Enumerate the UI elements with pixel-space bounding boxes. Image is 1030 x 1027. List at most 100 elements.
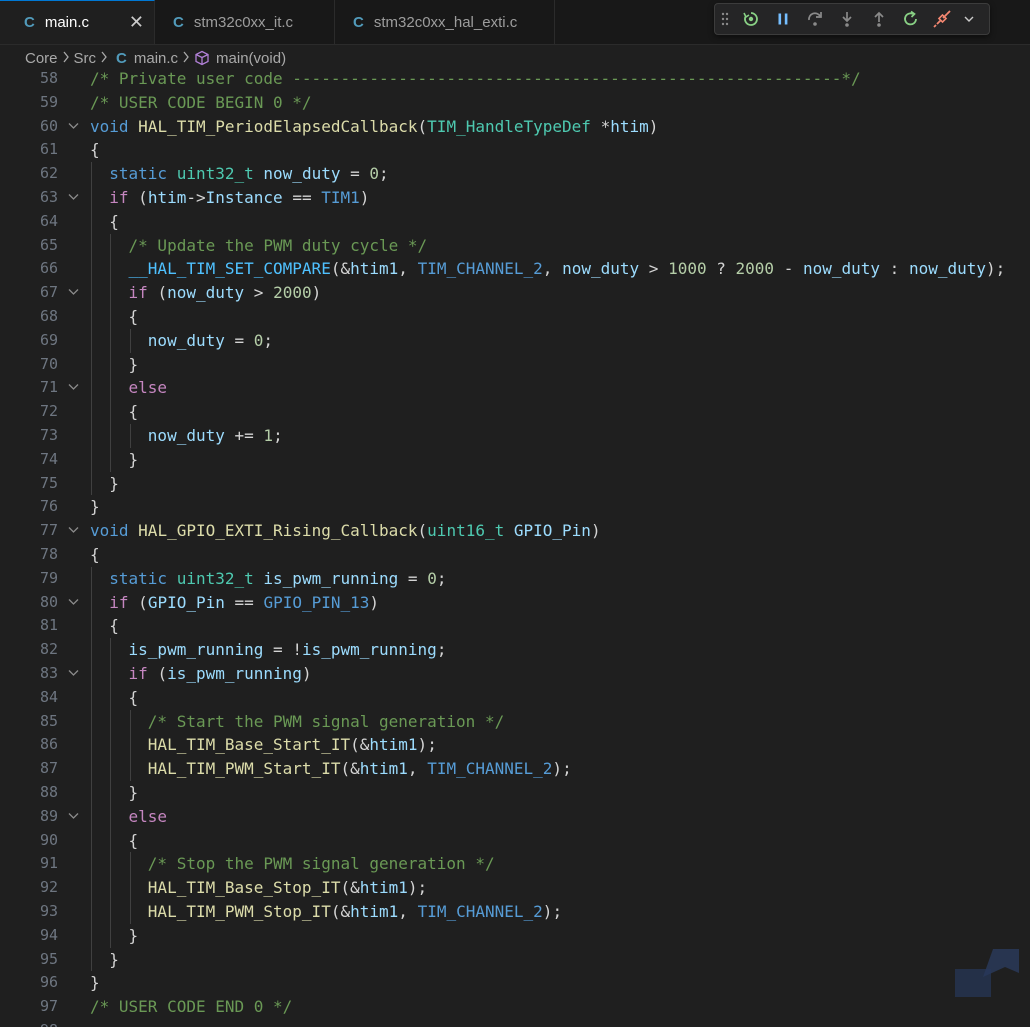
tab-stm32c0xx-it-c[interactable]: C stm32c0xx_it.c — [155, 0, 335, 44]
indent-guide — [91, 876, 92, 900]
step-out-icon[interactable] — [863, 4, 895, 34]
code-line[interactable]: 60 void HAL_TIM_PeriodElapsedCallback(TIM… — [0, 115, 1016, 139]
line-number: 69 — [39, 330, 58, 349]
code-line[interactable]: 89 else — [0, 805, 1016, 829]
code-line[interactable]: 83 if (is_pwm_running) — [0, 662, 1016, 686]
code-text: now_duty = 0; — [147, 330, 274, 350]
code-line[interactable]: 80 if (GPIO_Pin == GPIO_PIN_13) — [0, 591, 1016, 615]
fold-chevron-icon[interactable] — [68, 591, 79, 615]
restart-icon[interactable] — [895, 4, 927, 34]
indent-guide — [91, 662, 92, 686]
indent-guide — [129, 328, 131, 353]
code-editor[interactable]: 58 /* Private user code -----------------… — [0, 67, 1030, 1027]
code-text: /* Stop the PWM signal generation */ — [147, 854, 495, 874]
code-text: HAL_TIM_PWM_Start_IT(&htim1, TIM_CHANNEL… — [147, 759, 572, 779]
fold-chevron-icon[interactable] — [68, 281, 79, 305]
restart-frame-icon[interactable] — [735, 4, 767, 34]
line-number: 74 — [39, 449, 58, 468]
line-number: 62 — [39, 164, 58, 183]
code-line[interactable]: 88 } — [0, 781, 1016, 805]
indent-guide — [129, 852, 131, 877]
code-text: static uint32_t now_duty = 0; — [109, 164, 389, 184]
code-line[interactable]: 73 now_duty += 1; — [0, 424, 1016, 448]
pause-icon[interactable] — [767, 4, 799, 34]
fold-chevron-icon[interactable] — [68, 376, 79, 400]
code-text: /* Update the PWM duty cycle */ — [128, 235, 428, 255]
indent-guide — [91, 257, 92, 282]
code-line[interactable]: 79 static uint32_t is_pwm_running = 0; — [0, 567, 1016, 591]
line-number: 73 — [39, 426, 58, 444]
code-line[interactable]: 65 /* Update the PWM duty cycle */ — [0, 234, 1016, 258]
code-line[interactable]: 87 HAL_TIM_PWM_Start_IT(&htim1, TIM_CHAN… — [0, 757, 1016, 781]
code-line[interactable]: 92 HAL_TIM_Base_Stop_IT(&htim1); — [0, 876, 1016, 900]
breadcrumb-item-file[interactable]: main.c — [134, 50, 178, 67]
code-line[interactable]: 82 is_pwm_running = !is_pwm_running; — [0, 638, 1016, 662]
indent-guide — [110, 424, 112, 448]
line-number: 88 — [39, 783, 58, 801]
code-line[interactable]: 85 /* Start the PWM signal generation */ — [0, 710, 1016, 734]
code-line[interactable]: 58 /* Private user code -----------------… — [0, 67, 1016, 91]
step-into-icon[interactable] — [831, 4, 863, 34]
indent-guide — [91, 471, 92, 496]
code-line[interactable]: 96} — [0, 971, 1016, 995]
tab-label: main.c — [44, 14, 90, 31]
c-file-icon: C — [353, 13, 364, 31]
breadcrumb-item-src[interactable]: Src — [74, 50, 97, 67]
disconnect-icon[interactable] — [927, 4, 959, 34]
code-line[interactable]: 69 now_duty = 0; — [0, 329, 1016, 353]
drag-handle-icon[interactable] — [715, 12, 735, 26]
code-line[interactable]: 64 { — [0, 210, 1016, 234]
code-line[interactable]: 63 if (htim->Instance == TIM1) — [0, 186, 1016, 210]
indent-guide — [110, 281, 112, 305]
code-line[interactable]: 81 { — [0, 614, 1016, 638]
breadcrumb-item-symbol[interactable]: main(void) — [216, 50, 286, 67]
code-line[interactable]: 98 — [0, 1019, 1016, 1027]
indent-guide — [110, 447, 112, 472]
code-line[interactable]: 71 else — [0, 376, 1016, 400]
code-line[interactable]: 84 { — [0, 686, 1016, 710]
code-line[interactable]: 97 /* USER CODE END 0 */ — [0, 995, 1016, 1019]
code-line[interactable]: 77 void HAL_GPIO_EXTI_Rising_Callback(uin… — [0, 519, 1016, 543]
line-number: 81 — [39, 616, 58, 635]
tab-main-c[interactable]: C main.c ✕ — [0, 0, 155, 44]
code-text: { — [128, 687, 139, 707]
code-line[interactable]: 68 { — [0, 305, 1016, 329]
line-number: 92 — [39, 878, 58, 897]
fold-chevron-icon[interactable] — [68, 519, 79, 543]
code-line[interactable]: 94 } — [0, 924, 1016, 948]
code-line[interactable]: 67 if (now_duty > 2000) — [0, 281, 1016, 305]
indent-guide — [110, 828, 112, 853]
fold-chevron-icon[interactable] — [68, 805, 79, 829]
line-number: 79 — [39, 568, 58, 587]
code-line[interactable]: 78 { — [0, 543, 1016, 567]
indent-guide — [129, 709, 131, 734]
vertical-scrollbar[interactable] — [1016, 67, 1030, 1027]
code-line[interactable]: 91 /* Stop the PWM signal generation */ — [0, 852, 1016, 876]
code-line[interactable]: 70 } — [0, 353, 1016, 377]
code-line[interactable]: 59 /* USER CODE BEGIN 0 */ — [0, 91, 1016, 115]
code-line[interactable]: 86 HAL_TIM_Base_Start_IT(&htim1); — [0, 733, 1016, 757]
fold-chevron-icon[interactable] — [68, 115, 79, 139]
code-line[interactable]: 90 { — [0, 829, 1016, 853]
indent-guide — [129, 733, 131, 758]
chevron-down-icon[interactable] — [959, 4, 979, 34]
code-line[interactable]: 62 static uint32_t now_duty = 0; — [0, 162, 1016, 186]
code-line[interactable]: 72 { — [0, 400, 1016, 424]
tab-stm32c0xx-hal-exti-c[interactable]: C stm32c0xx_hal_exti.c — [335, 0, 555, 44]
step-over-icon[interactable] — [799, 4, 831, 34]
code-line[interactable]: 76} — [0, 495, 1016, 519]
line-number: 75 — [39, 473, 58, 492]
line-number: 63 — [39, 188, 58, 206]
close-icon[interactable]: ✕ — [129, 12, 144, 33]
line-number: 98 — [0, 1019, 58, 1027]
code-line[interactable]: 61 { — [0, 138, 1016, 162]
code-line[interactable]: 75 } — [0, 472, 1016, 496]
code-line[interactable]: 74 } — [0, 448, 1016, 472]
code-line[interactable]: 93 HAL_TIM_PWM_Stop_IT(&htim1, TIM_CHANN… — [0, 900, 1016, 924]
code-line[interactable]: 95 } — [0, 948, 1016, 972]
breadcrumb-item-core[interactable]: Core — [25, 50, 58, 67]
indent-guide — [110, 662, 112, 686]
code-line[interactable]: 66 __HAL_TIM_SET_COMPARE(&htim1, TIM_CHA… — [0, 257, 1016, 281]
fold-chevron-icon[interactable] — [68, 186, 79, 210]
fold-chevron-icon[interactable] — [68, 662, 79, 686]
